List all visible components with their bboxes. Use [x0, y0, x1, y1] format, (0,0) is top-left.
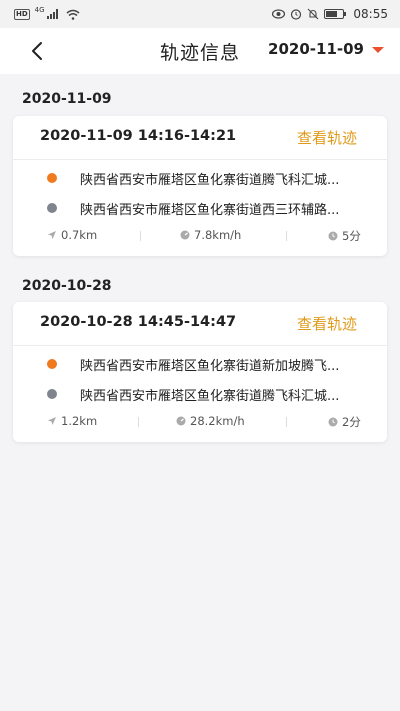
mute-bell-icon	[308, 8, 319, 20]
duration-value: 2分	[342, 415, 361, 429]
end-address: 陕西省西安市雁塔区鱼化寨街道西三环辅路...	[80, 203, 340, 218]
end-address-row: 陕西省西安市雁塔区鱼化寨街道西三环辅路...	[13, 198, 387, 218]
selected-date: 2020-11-09	[268, 40, 364, 58]
view-track-link[interactable]: 查看轨迹	[297, 127, 357, 148]
trip-card-header: 2020-10-28 14:45-14:47 查看轨迹	[13, 302, 387, 346]
view-track-link[interactable]: 查看轨迹	[297, 313, 357, 334]
wifi-icon	[66, 9, 80, 20]
section-date: 2020-11-09	[22, 91, 112, 107]
trip-stats: 1.2km 28.2km/h 2分	[13, 412, 387, 432]
navigation-arrow-icon	[48, 231, 56, 239]
eye-icon	[272, 9, 286, 19]
network-type: 4G	[34, 5, 45, 14]
clock-icon	[328, 417, 338, 427]
status-bar: HD 4G 08:55	[0, 0, 400, 28]
distance-stat: 0.7km	[47, 228, 97, 242]
end-dot-icon	[47, 203, 57, 213]
duration-stat: 2分	[328, 414, 361, 430]
end-dot-icon	[47, 389, 57, 399]
distance-stat: 1.2km	[47, 414, 97, 428]
stat-divider	[286, 231, 287, 241]
trip-card: 2020-11-09 14:16-14:21 查看轨迹 陕西省西安市雁塔区鱼化寨…	[13, 116, 387, 256]
start-address-row: 陕西省西安市雁塔区鱼化寨街道腾飞科汇城...	[13, 168, 387, 188]
trip-time-range: 2020-11-09 14:16-14:21	[40, 128, 237, 144]
section-date: 2020-10-28	[22, 278, 112, 294]
start-address: 陕西省西安市雁塔区鱼化寨街道新加坡腾飞...	[80, 359, 340, 374]
end-address-row: 陕西省西安市雁塔区鱼化寨街道腾飞科汇城...	[13, 384, 387, 404]
trip-card: 2020-10-28 14:45-14:47 查看轨迹 陕西省西安市雁塔区鱼化寨…	[13, 302, 387, 442]
trip-stats: 0.7km 7.8km/h 5分	[13, 226, 387, 246]
status-bar-left: HD 4G	[14, 5, 80, 20]
hd-badge: HD	[14, 8, 30, 20]
start-dot-icon	[47, 173, 57, 183]
duration-stat: 5分	[328, 228, 361, 244]
status-bar-right: 08:55	[272, 7, 388, 21]
speed-value: 7.8km/h	[194, 228, 242, 242]
stat-divider	[140, 231, 141, 241]
start-address: 陕西省西安市雁塔区鱼化寨街道腾飞科汇城...	[80, 173, 340, 188]
speed-value: 28.2km/h	[190, 414, 245, 428]
speedometer-icon	[176, 416, 186, 426]
battery-icon	[324, 9, 347, 19]
alarm-icon	[291, 9, 302, 20]
caret-down-icon	[372, 47, 384, 53]
clock-icon	[328, 231, 338, 241]
duration-value: 5分	[342, 229, 361, 243]
signal-icon	[46, 9, 58, 19]
stat-divider	[286, 417, 287, 427]
speed-stat: 7.8km/h	[180, 228, 241, 242]
nav-bar: 轨迹信息 2020-11-09	[0, 28, 400, 74]
end-address: 陕西省西安市雁塔区鱼化寨街道腾飞科汇城...	[80, 389, 340, 404]
speed-stat: 28.2km/h	[176, 414, 245, 428]
navigation-arrow-icon	[48, 417, 56, 425]
trip-card-header: 2020-11-09 14:16-14:21 查看轨迹	[13, 116, 387, 160]
clock: 08:55	[353, 7, 388, 21]
start-address-row: 陕西省西安市雁塔区鱼化寨街道新加坡腾飞...	[13, 354, 387, 374]
date-picker[interactable]: 2020-11-09	[268, 40, 384, 58]
start-dot-icon	[47, 359, 57, 369]
speedometer-icon	[180, 230, 190, 240]
distance-value: 1.2km	[61, 414, 98, 428]
distance-value: 0.7km	[61, 228, 98, 242]
stat-divider	[138, 417, 139, 427]
trip-time-range: 2020-10-28 14:45-14:47	[40, 314, 237, 330]
